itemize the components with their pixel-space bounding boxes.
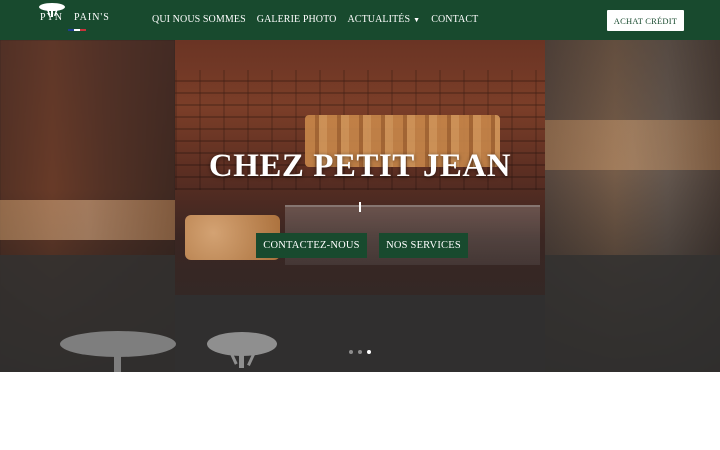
chevron-down-icon: ▼ (413, 16, 421, 24)
bread-shelf-right (545, 120, 720, 170)
french-flag-icon (68, 29, 86, 31)
nav-qui-nous-sommes[interactable]: QUI NOUS SOMMES (152, 14, 246, 25)
nav-label: ACTUALITÉS (347, 14, 411, 25)
our-services-button[interactable]: NOS SERVICES (379, 233, 468, 258)
nav-label: GALERIE PHOTO (256, 14, 337, 25)
tree-logo-blur-icon (60, 331, 176, 372)
logo-right-text: PAIN'S (74, 12, 110, 23)
slider-dot[interactable] (349, 350, 353, 354)
slider-dot[interactable] (358, 350, 362, 354)
achat-credit-button[interactable]: ACHAT CRÉDIT (607, 10, 684, 31)
title-divider (359, 202, 361, 212)
contact-us-button[interactable]: CONTACTEZ-NOUS (256, 233, 367, 258)
hero-title: CHEZ PETIT JEAN (208, 148, 512, 184)
bread-shelf-left (0, 200, 175, 240)
slider-dot-active[interactable] (367, 350, 371, 354)
page-content (0, 372, 720, 450)
nav-label: QUI NOUS SOMMES (152, 14, 246, 25)
site-header: PYN PAIN'S QUI NOUS SOMMES GALERIE PHOTO… (0, 0, 720, 40)
hero-slider: CHEZ PETIT JEAN CONTACTEZ-NOUS NOS SERVI… (0, 40, 720, 372)
slider-dots (349, 350, 371, 354)
nav-label: CONTACT (431, 14, 479, 25)
tree-logo-icon (207, 332, 277, 368)
nav-actualites[interactable]: ACTUALITÉS ▼ (347, 14, 420, 25)
nav-contact[interactable]: CONTACT (431, 14, 478, 25)
site-logo[interactable]: PYN PAIN'S (38, 2, 122, 34)
logo-left-text: PYN (40, 12, 64, 23)
main-nav: QUI NOUS SOMMES GALERIE PHOTO ACTUALITÉS… (152, 14, 478, 25)
nav-galerie-photo[interactable]: GALERIE PHOTO (257, 14, 337, 25)
